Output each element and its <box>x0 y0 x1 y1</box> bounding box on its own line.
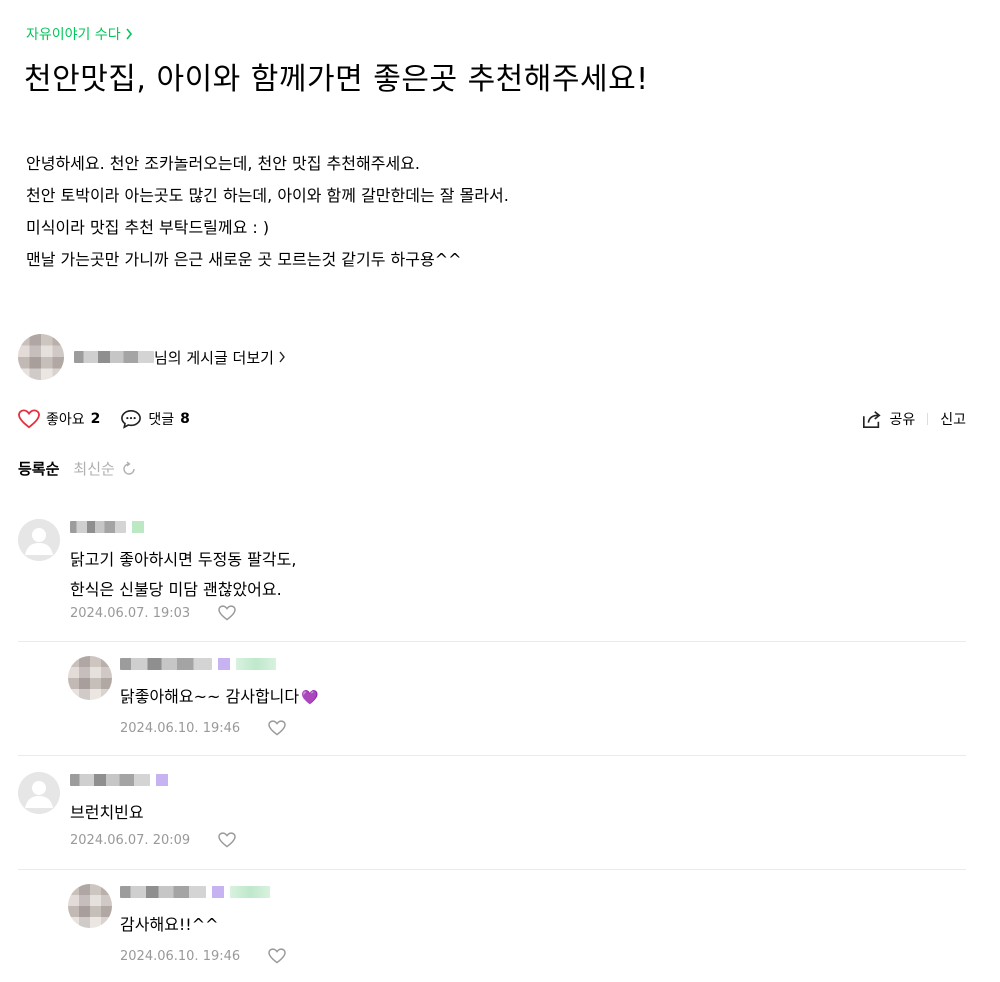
comment-line: 감사해요!!^^ <box>120 915 219 934</box>
post-body: 안녕하세요. 천안 조카놀러오는데, 천안 맛집 추천해주세요. 천안 토박이라… <box>26 148 509 276</box>
comment-line: 닭좋아해요~~ 감사합니다 💜 <box>120 682 319 713</box>
commenter-name-blurred[interactable] <box>120 886 206 898</box>
comment-text: 감사해요!!^^ <box>120 910 219 940</box>
comment-author[interactable] <box>120 886 270 898</box>
avatar[interactable] <box>18 772 60 814</box>
author-tag-blurred <box>230 886 270 898</box>
comment-line: 한식은 신불당 미담 괜찮았어요. <box>70 580 282 599</box>
comment-date: 2024.06.07. 20:09 <box>70 832 191 848</box>
comment-line: 브런치빈요 <box>70 803 144 822</box>
divider <box>927 413 929 425</box>
author-tag-blurred <box>236 658 276 670</box>
commenter-name-blurred[interactable] <box>120 658 212 670</box>
post-body-line: 천안 토박이라 아는곳도 많긴 하는데, 아이와 함께 갈만한데는 잘 몰라서. <box>26 186 509 205</box>
share-button[interactable]: 공유 <box>861 409 915 429</box>
comment-text: 닭고기 좋아하시면 두정동 팔각도, 한식은 신불당 미담 괜찮았어요. <box>70 545 296 605</box>
reply: 닭좋아해요~~ 감사합니다 💜 2024.06.10. 19:46 <box>68 656 966 742</box>
avatar[interactable] <box>18 334 64 380</box>
post-body-line: 맨날 가는곳만 가니까 은근 새로운 곳 모르는것 같기두 하구용^^ <box>26 250 462 269</box>
comment-button[interactable]: 댓글 8 <box>120 409 190 429</box>
breadcrumb-label[interactable]: 자유이야기 수다 <box>26 24 121 44</box>
heart-icon[interactable] <box>218 832 236 848</box>
comment-author[interactable] <box>120 658 276 670</box>
badge-icon <box>212 886 224 898</box>
like-label: 좋아요 <box>46 412 85 428</box>
avatar[interactable] <box>68 656 112 700</box>
breadcrumb[interactable]: 자유이야기 수다 <box>26 24 133 44</box>
comment-date: 2024.06.10. 19:46 <box>120 720 241 736</box>
like-button[interactable]: 좋아요 2 <box>18 409 100 429</box>
chevron-right-icon <box>279 351 285 363</box>
share-icon <box>863 411 882 428</box>
commenter-name-blurred[interactable] <box>70 521 126 533</box>
badge-icon <box>132 521 144 533</box>
comment-text: 닭좋아해요~~ 감사합니다 💜 <box>120 682 319 713</box>
sort-latest-label[interactable]: 최신순 <box>73 458 114 479</box>
author-more-link[interactable]: 님의 게시글 더보기 <box>18 333 286 381</box>
report-button[interactable]: 신고 <box>940 409 966 429</box>
heart-icon[interactable] <box>268 720 286 736</box>
comment-line-text: 닭좋아해요~~ 감사합니다 <box>120 687 300 706</box>
author-name-blurred <box>74 351 154 363</box>
refresh-icon <box>123 460 135 475</box>
speech-bubble-icon <box>121 409 142 429</box>
comment-date: 2024.06.07. 19:03 <box>70 605 191 621</box>
avatar[interactable] <box>18 519 60 561</box>
comment-meta: 2024.06.07. 19:03 <box>70 605 236 621</box>
sort-registered[interactable]: 등록순 <box>18 458 59 479</box>
divider <box>18 755 966 756</box>
share-label: 공유 <box>889 412 916 428</box>
comment-meta: 2024.06.10. 19:46 <box>120 948 286 964</box>
sort-latest[interactable]: 최신순 <box>73 458 136 479</box>
comment-author[interactable] <box>70 521 144 533</box>
comment-count: 8 <box>180 411 190 427</box>
divider <box>18 869 966 870</box>
comment-label: 댓글 <box>148 412 175 428</box>
heart-icon[interactable] <box>218 605 236 621</box>
comment-line: 닭고기 좋아하시면 두정동 팔각도, <box>70 550 297 569</box>
author-more-label-wrap[interactable]: 님의 게시글 더보기 <box>154 347 286 368</box>
commenter-name-blurred[interactable] <box>70 774 150 786</box>
purple-heart-emoji: 💜 <box>301 690 319 706</box>
comment: 브런치빈요 2024.06.07. 20:09 <box>18 772 966 856</box>
comment-meta: 2024.06.07. 20:09 <box>70 832 236 848</box>
comment-meta: 2024.06.10. 19:46 <box>120 720 286 736</box>
badge-icon <box>218 658 230 670</box>
heart-icon[interactable] <box>268 948 286 964</box>
badge-icon <box>156 774 168 786</box>
author-more-label[interactable]: 님의 게시글 더보기 <box>154 347 274 368</box>
comment-date: 2024.06.10. 19:46 <box>120 948 241 964</box>
comment: 닭고기 좋아하시면 두정동 팔각도, 한식은 신불당 미담 괜찮았어요. 202… <box>18 519 966 629</box>
page-title: 천안맛집, 아이와 함께가면 좋은곳 추천해주세요! <box>24 62 649 97</box>
like-count: 2 <box>90 411 101 427</box>
chevron-right-icon <box>126 28 132 40</box>
post-actions: 좋아요 2 댓글 8 공유 신고 <box>18 406 966 432</box>
heart-icon <box>18 409 40 429</box>
comment-author[interactable] <box>70 774 168 786</box>
avatar[interactable] <box>68 884 112 928</box>
reply: 감사해요!!^^ 2024.06.10. 19:46 <box>68 884 966 970</box>
comment-text: 브런치빈요 <box>70 798 144 828</box>
post-body-line: 미식이라 맛집 추천 부탁드릴께요 : ) <box>26 218 270 237</box>
comment-sort: 등록순 최신순 <box>18 458 137 479</box>
post-body-line: 안녕하세요. 천안 조카놀러오는데, 천안 맛집 추천해주세요. <box>26 154 420 173</box>
divider <box>18 641 966 642</box>
